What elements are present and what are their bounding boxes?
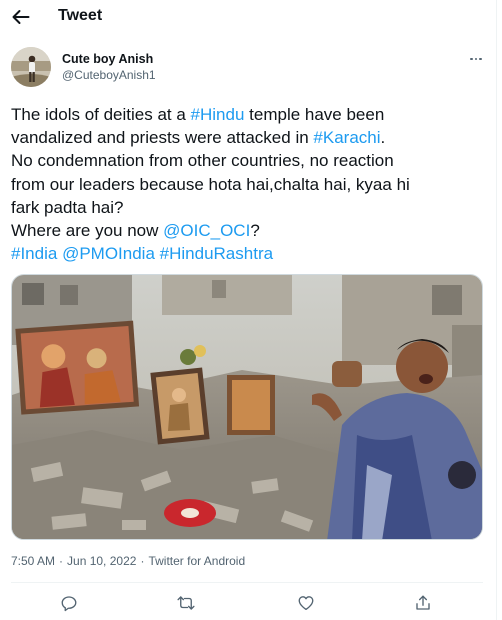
divider	[11, 582, 483, 583]
meta-separator: ·	[140, 554, 145, 568]
retweet-icon	[177, 596, 195, 610]
author-name[interactable]: Cute boy Anish	[62, 52, 153, 66]
tweet-text-segment: fark padta hai?	[11, 197, 124, 217]
header-title: Tweet	[58, 7, 103, 24]
tweet-source[interactable]: Twitter for Android	[148, 554, 245, 568]
reply-icon	[61, 596, 77, 612]
author-handle[interactable]: @CuteboyAnish1	[62, 68, 156, 82]
more-dot	[470, 57, 473, 61]
tweet-text-segment: .	[380, 128, 386, 148]
tweet-actions	[11, 590, 483, 616]
share-icon	[416, 595, 430, 610]
mention-link[interactable]: @OIC_OCI	[163, 221, 250, 240]
tweet-text-segment: from our leaders because hota hai,chalta…	[11, 174, 410, 194]
more-dot	[479, 57, 482, 61]
more-options-button[interactable]	[466, 53, 486, 65]
tweet-time[interactable]: 7:50 AM	[11, 554, 55, 568]
hashtag-link[interactable]: #Hindu	[191, 105, 245, 124]
avatar[interactable]	[11, 47, 51, 87]
tweet-text-segment: The idols of deities at a	[11, 105, 191, 124]
hashtag-link[interactable]: #Karachi	[313, 128, 380, 147]
tweet-text-segment: temple have been	[244, 105, 385, 124]
tweet-text-line: vandalized and priests were attacked in …	[11, 126, 491, 149]
more-dot	[474, 57, 478, 61]
tweet-text-line: Where are you now @OIC_OCI?	[11, 219, 491, 242]
tweet-text-line: The idols of deities at a #Hindu temple …	[11, 103, 491, 126]
tweet-text-line: #India @PMOIndia #HinduRashtra	[11, 242, 491, 265]
hashtag-link[interactable]: #HinduRashtra	[160, 244, 273, 263]
tweet-media-image[interactable]	[11, 274, 483, 540]
meta-separator: ·	[59, 554, 64, 568]
tweet-metadata: 7:50 AM · Jun 10, 2022 · Twitter for Android	[11, 554, 245, 568]
hashtag-link[interactable]: #India	[11, 244, 57, 263]
like-icon	[298, 596, 314, 611]
tweet-page: Tweet Cute boy Anish @CuteboyAnish1 The …	[0, 0, 497, 620]
tweet-text-line: fark padta hai?	[11, 196, 491, 219]
mention-link[interactable]: @PMOIndia	[62, 244, 155, 263]
back-button[interactable]	[10, 6, 32, 28]
tweet-text-segment: No condemnation from other countries, no…	[11, 151, 394, 171]
retweet-button[interactable]	[175, 592, 197, 614]
arrow-left-icon	[12, 10, 30, 24]
like-button[interactable]	[295, 592, 317, 614]
share-button[interactable]	[412, 592, 434, 614]
tweet-text-line: No condemnation from other countries, no…	[11, 149, 491, 172]
tweet-text-segment: vandalized and priests were attacked in	[11, 128, 314, 148]
tweet-text-segment: ?	[250, 221, 260, 241]
tweet-text: The idols of deities at a #Hindu temple …	[11, 103, 491, 265]
tweet-header: Tweet	[0, 0, 497, 34]
tweet-date[interactable]: Jun 10, 2022	[67, 554, 136, 568]
tweet-author: Cute boy Anish @CuteboyAnish1	[11, 47, 482, 89]
tweet-text-line: from our leaders because hota hai,chalta…	[11, 173, 491, 196]
tweet-text-segment: Where are you now	[11, 221, 164, 241]
reply-button[interactable]	[58, 592, 80, 614]
